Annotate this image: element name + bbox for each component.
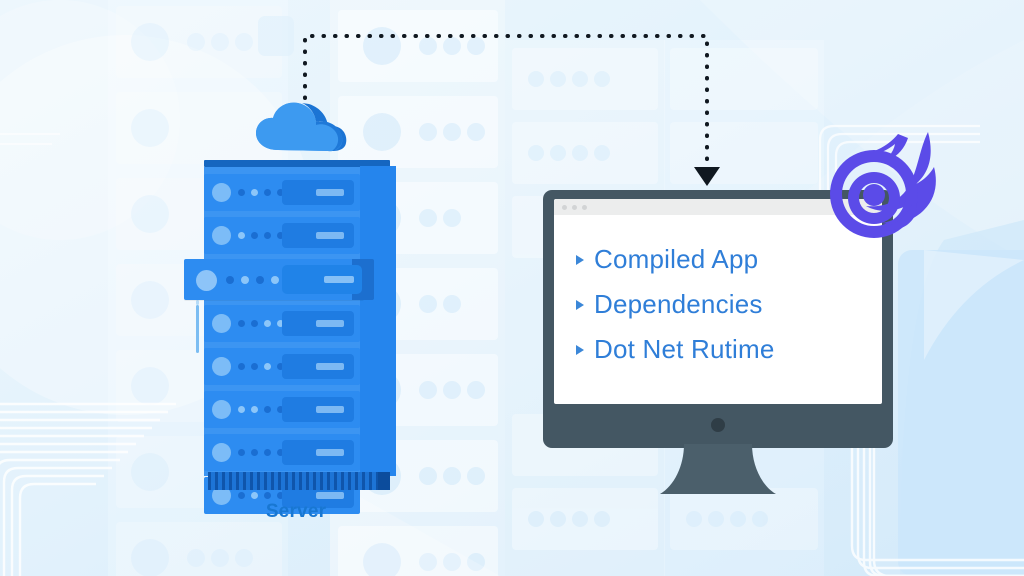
cloud-icon: [256, 102, 347, 152]
deployment-contents-list: Compiled App Dependencies Dot Net Rutime: [576, 237, 862, 372]
server-led-icon: [212, 314, 231, 333]
server-status-dots: [238, 189, 284, 196]
list-item-label: Compiled App: [594, 244, 759, 274]
server-led-icon: [196, 270, 217, 291]
server-rack-row: [204, 348, 360, 385]
server-status-dots: [238, 363, 284, 370]
triangle-bullet-icon: [576, 254, 584, 265]
server-rack-row: [204, 305, 360, 342]
server-status-dots: [238, 232, 284, 239]
server-tick-mark: [196, 305, 199, 353]
server-status-dots: [226, 276, 279, 284]
illustration-canvas: Server Compiled App Dependencies Dot Net…: [0, 0, 1024, 576]
server-base: [208, 472, 390, 490]
server-rack-row: [204, 391, 360, 428]
server-illustration: [184, 102, 396, 514]
server-base-vents: [208, 472, 390, 490]
server-led-icon: [212, 443, 231, 462]
server-status-dots: [238, 449, 284, 456]
server-drive-bay: [282, 397, 354, 422]
server-drive-bay: [282, 440, 354, 465]
monitor-stand: [660, 444, 776, 494]
server-rack-row: [204, 434, 360, 471]
server-led-icon: [212, 400, 231, 419]
triangle-bullet-icon: [576, 344, 584, 355]
server-led-icon: [212, 183, 231, 202]
server-drive-bay: [282, 265, 362, 294]
server-base-cap: [378, 472, 390, 490]
server-led-icon: [212, 357, 231, 376]
monitor-power-dot: [711, 418, 725, 432]
triangle-bullet-icon: [576, 299, 584, 310]
list-item: Dot Net Rutime: [576, 327, 862, 372]
server-side-panel: [360, 166, 396, 476]
server-drive-bay: [282, 354, 354, 379]
arrow-down-icon: [694, 167, 720, 186]
server-drive-bay: [282, 311, 354, 336]
server-status-dots: [238, 406, 284, 413]
dotted-connector-line: [303, 34, 709, 167]
list-item-label: Dependencies: [594, 289, 763, 319]
server-pulled-tray: [184, 259, 374, 300]
server-status-dots: [238, 320, 284, 327]
server-rack-row: [204, 217, 360, 254]
list-item-label: Dot Net Rutime: [594, 334, 775, 364]
server-led-icon: [212, 226, 231, 245]
list-item: Dependencies: [576, 282, 862, 327]
server-drive-bay: [282, 223, 354, 248]
window-control-dots: [562, 205, 587, 210]
server-label: Server: [265, 501, 327, 522]
server-rack-row: [204, 174, 360, 211]
blazor-logo: [830, 132, 936, 238]
server-drive-bay: [282, 180, 354, 205]
server-status-dots: [238, 492, 284, 499]
